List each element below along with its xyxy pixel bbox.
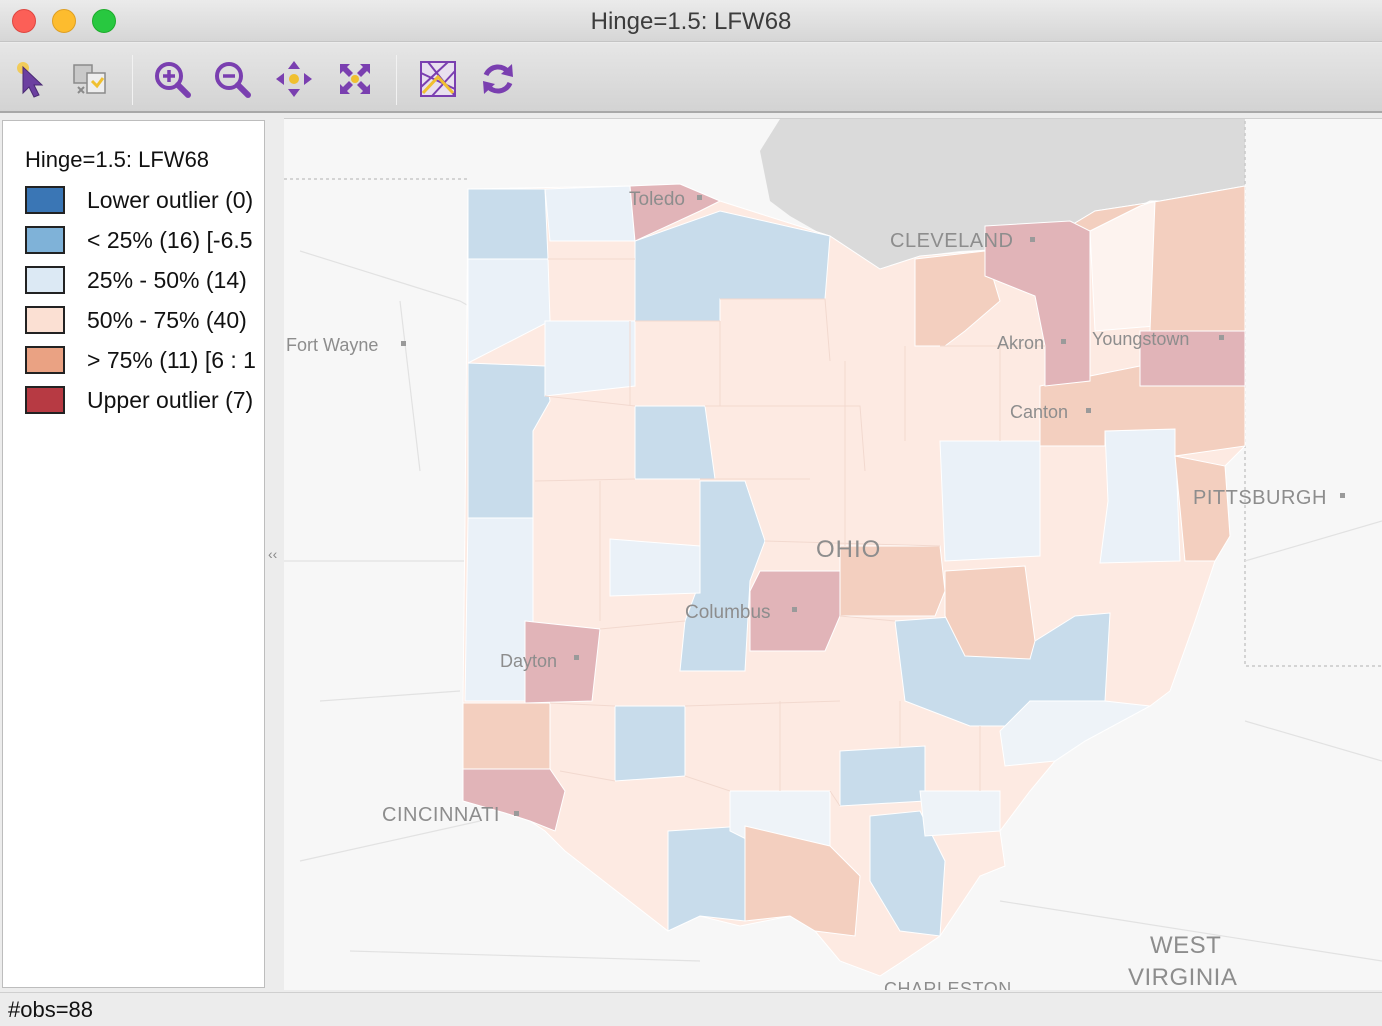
county-polygons (462, 183, 1246, 977)
fit-extent-button[interactable] (333, 57, 377, 101)
observation-count: #obs=88 (8, 997, 94, 1022)
legend-label: Lower outlier (0) (87, 186, 254, 213)
toolbar-separator (132, 55, 133, 105)
toolbar-separator (396, 55, 397, 105)
map-label-youngstown: Youngstown (1092, 329, 1189, 349)
copy-image-button[interactable] (68, 57, 112, 101)
map-label-columbus: Columbus (685, 602, 771, 623)
map-canvas[interactable]: Toledo CLEVELAND Fort Wayne Akron Youngs… (284, 118, 1382, 990)
map-label-cleveland: CLEVELAND (890, 230, 1013, 252)
map-label-canton: Canton (1010, 402, 1068, 422)
title-bar: Hinge=1.5: LFW68 (0, 0, 1382, 42)
map-window: Hinge=1.5: LFW68 Hinge=1.5: LFW68 Lower … (0, 0, 1382, 1026)
select-pointer-icon (17, 62, 44, 98)
status-bar: #obs=88 (0, 992, 1382, 1026)
map-label-fort-wayne: Fort Wayne (286, 335, 378, 355)
map-label-akron: Akron (997, 333, 1044, 353)
legend-label: < 25% (16) [-6.5 (87, 226, 253, 253)
zoom-out-button[interactable] (210, 57, 254, 101)
legend-title: Hinge=1.5: LFW68 (25, 147, 210, 172)
legend-item[interactable]: Upper outlier (7) (25, 385, 253, 415)
pan-icon (276, 61, 312, 97)
collapse-legend-handle[interactable]: ‹‹ (268, 546, 277, 562)
zoom-in-button[interactable] (150, 57, 194, 101)
legend-label: > 75% (11) [6 : 1 (87, 346, 256, 373)
basemap-icon (420, 61, 456, 97)
select-pointer-button[interactable] (10, 57, 54, 101)
refresh-button[interactable] (476, 57, 520, 101)
legend-swatch (25, 346, 65, 374)
legend-item[interactable]: 25% - 50% (14) (25, 265, 247, 295)
map-label-virginia: VIRGINIA (1128, 964, 1237, 990)
map-label-ohio: OHIO (816, 536, 881, 563)
refresh-icon (483, 64, 513, 94)
toolbar (0, 43, 1382, 113)
legend-label: 25% - 50% (14) (87, 266, 247, 293)
copy-image-icon (73, 64, 106, 94)
legend-label: 50% - 75% (40) (87, 306, 247, 333)
legend-swatch (25, 386, 65, 414)
legend-item[interactable]: > 75% (11) [6 : 1 (25, 345, 256, 375)
legend-swatch (25, 306, 65, 334)
map-svg: Toledo CLEVELAND Fort Wayne Akron Youngs… (284, 119, 1382, 990)
fit-extent-icon (340, 64, 370, 94)
zoom-in-icon (155, 62, 191, 98)
legend-swatch (25, 186, 65, 214)
legend-swatch (25, 226, 65, 254)
legend-item[interactable]: < 25% (16) [-6.5 (25, 225, 253, 255)
map-label-pittsburgh: PITTSBURGH (1193, 487, 1327, 509)
map-label-cincinnati: CINCINNATI (382, 804, 500, 826)
pan-button[interactable] (272, 57, 316, 101)
map-label-charleston: CHARLESTON (884, 979, 1012, 990)
legend-item[interactable]: Lower outlier (0) (25, 185, 253, 215)
map-label-dayton: Dayton (500, 651, 557, 671)
basemap-button[interactable] (416, 57, 460, 101)
window-title: Hinge=1.5: LFW68 (590, 8, 792, 35)
map-label-west: WEST (1150, 932, 1221, 959)
legend-panel[interactable]: Hinge=1.5: LFW68 Lower outlier (0) < 25%… (2, 120, 265, 988)
legend-item[interactable]: 50% - 75% (40) (25, 305, 247, 335)
legend-label: Upper outlier (7) (87, 386, 254, 413)
map-label-toledo: Toledo (629, 189, 685, 210)
legend-swatch (25, 266, 65, 294)
state-border (1244, 121, 1382, 667)
zoom-out-icon (215, 62, 251, 98)
